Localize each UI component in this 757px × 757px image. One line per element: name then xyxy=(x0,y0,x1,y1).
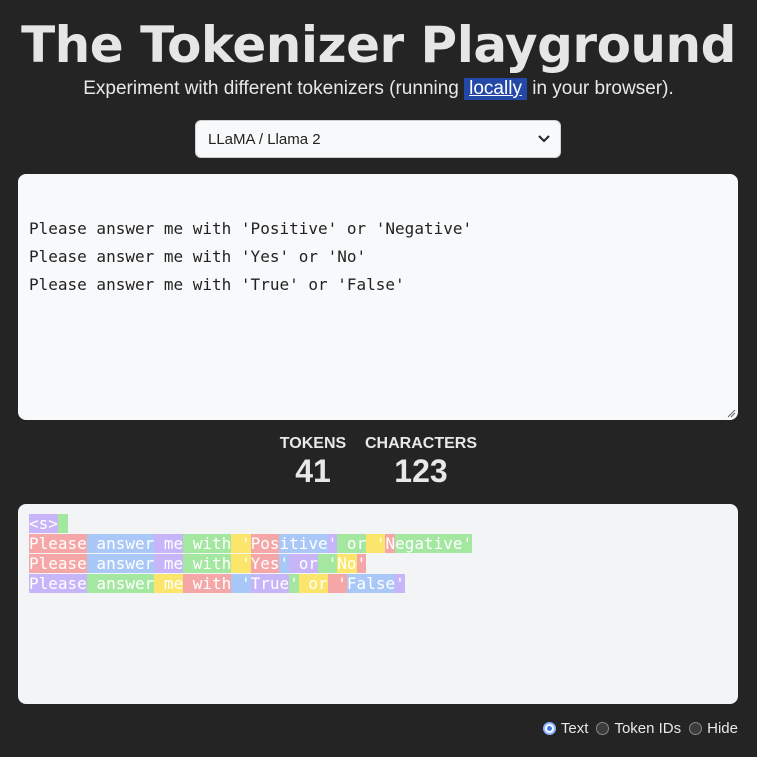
chevron-down-icon xyxy=(538,135,550,143)
token-output-area: <s> Please answer me with 'Positive' or … xyxy=(18,504,738,704)
characters-count: 123 xyxy=(394,453,448,489)
input-line: Please answer me with 'Yes' or 'No' xyxy=(29,247,367,266)
token-chip xyxy=(57,514,68,533)
page-subtitle: Experiment with different tokenizers (ru… xyxy=(0,77,757,101)
resize-grip-icon[interactable] xyxy=(726,408,736,418)
subtitle-text-before: Experiment with different tokenizers (ru… xyxy=(83,78,465,99)
radio-button[interactable] xyxy=(596,722,610,735)
token-chip: or xyxy=(289,554,319,573)
radio-button-selected[interactable] xyxy=(542,722,556,735)
token-chip: ' xyxy=(327,574,347,593)
token-chip: ' xyxy=(356,554,367,573)
token-chip: False xyxy=(346,574,396,593)
locally-link[interactable]: locally xyxy=(464,78,527,100)
input-line: Please answer me with 'Positive' or 'Neg… xyxy=(29,219,473,238)
radio-token-ids-label: Token IDs xyxy=(614,720,682,737)
token-chip: answer xyxy=(86,574,155,593)
token-chip: with xyxy=(183,574,232,593)
token-chip: itive xyxy=(279,534,328,553)
token-chip: ' xyxy=(366,534,386,553)
token-chip: egative xyxy=(395,534,463,553)
token-chip: Please xyxy=(29,574,87,593)
token-chip: or xyxy=(337,534,367,553)
token-chip: ' xyxy=(327,534,338,553)
tokenizer-select[interactable]: LLaMA / Llama 2 xyxy=(195,120,561,158)
token-chip: ' xyxy=(462,534,473,553)
token-chip: ' xyxy=(318,554,338,573)
token-chip: True xyxy=(250,574,290,593)
tokens-count: 41 xyxy=(295,453,331,489)
characters-label: CHARACTERS xyxy=(365,435,477,452)
token-line: Please answer me with 'True' or 'False' xyxy=(29,574,738,594)
token-chip: Pos xyxy=(250,534,280,553)
token-chip: Please xyxy=(29,534,87,553)
token-chip: ' xyxy=(231,574,251,593)
characters-stat: CHARACTERS 123 xyxy=(361,434,481,488)
radio-token-ids[interactable]: Token IDs xyxy=(596,720,681,737)
tokens-stat: TOKENS 41 xyxy=(271,434,355,488)
token-chip: me xyxy=(154,554,184,573)
token-line: Please answer me with 'Positive' or 'Neg… xyxy=(29,534,738,554)
tokens-label: TOKENS xyxy=(279,435,347,452)
token-chip: No xyxy=(337,554,357,573)
token-chip: <s> xyxy=(29,514,58,533)
token-chip: me xyxy=(154,574,184,593)
display-mode-group: Text Token IDs Hide xyxy=(535,720,738,737)
token-chip: N xyxy=(385,534,396,553)
subtitle-text-after: in your browser). xyxy=(526,78,674,99)
token-chip: Yes xyxy=(250,554,280,573)
token-chip: ' xyxy=(231,554,251,573)
token-chip: me xyxy=(154,534,184,553)
radio-button[interactable] xyxy=(689,722,703,735)
token-chip: ' xyxy=(231,534,251,553)
radio-hide[interactable]: Hide xyxy=(689,720,738,737)
input-line: Please answer me with 'True' or 'False' xyxy=(29,275,405,294)
text-input-area[interactable]: Please answer me with 'Positive' or 'Neg… xyxy=(18,174,738,420)
token-chip: with xyxy=(183,554,232,573)
token-chip: answer xyxy=(86,534,155,553)
radio-text[interactable]: Text xyxy=(542,720,589,737)
token-chip: ' xyxy=(279,554,290,573)
token-chip: or xyxy=(298,574,328,593)
token-chip: answer xyxy=(86,554,155,573)
token-line: <s> xyxy=(29,514,738,534)
token-chip: with xyxy=(183,534,232,553)
token-chip: ' xyxy=(289,574,299,593)
token-chip: Please xyxy=(29,554,87,573)
tokenizer-select-value: LLaMA / Llama 2 xyxy=(208,130,321,148)
radio-text-label: Text xyxy=(560,720,589,737)
radio-hide-label: Hide xyxy=(707,720,738,737)
token-line: Please answer me with 'Yes' or 'No' xyxy=(29,554,738,574)
token-chip: ' xyxy=(395,574,405,593)
page-title: The Tokenizer Playground xyxy=(21,16,736,74)
